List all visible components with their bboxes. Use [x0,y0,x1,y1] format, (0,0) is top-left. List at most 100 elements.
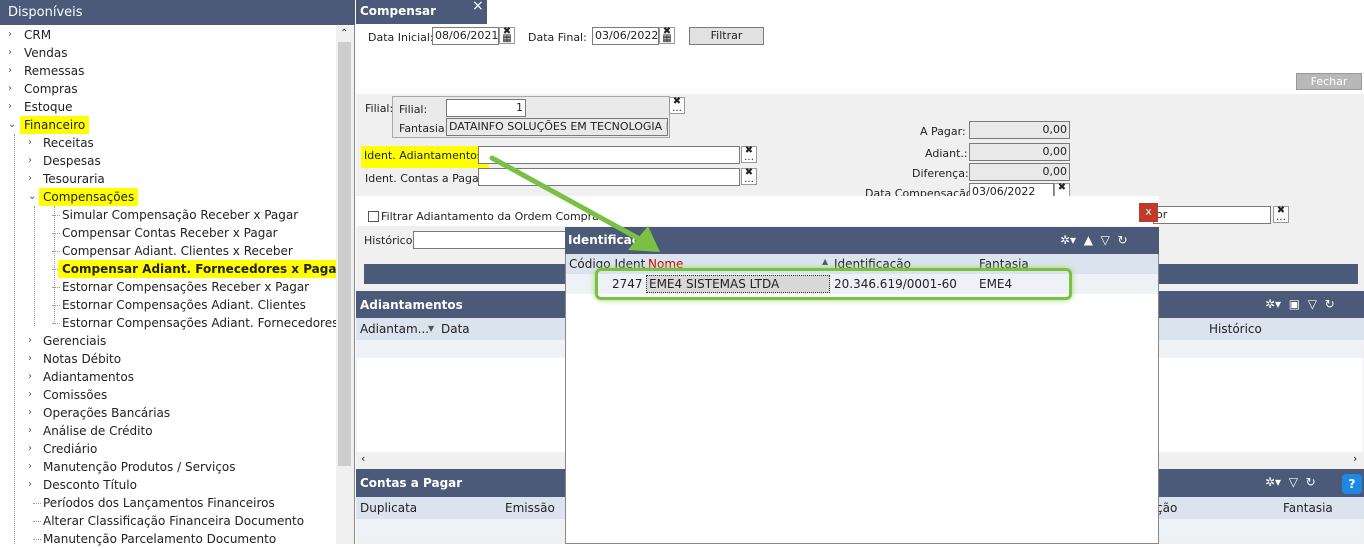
settings-icon[interactable]: ✲▾ [1265,297,1281,311]
chevron-right-icon[interactable]: › [8,47,12,58]
col-adiantamento[interactable]: Adiantam... [360,318,429,340]
calendar-icon[interactable]: ✖ ▦ [499,27,515,44]
tree-item[interactable]: Análise de Crédito [43,422,153,440]
chevron-right-icon[interactable]: › [28,389,32,400]
scroll-left-icon[interactable]: ‹ [361,452,365,465]
chevron-right-icon[interactable]: › [28,353,32,364]
tree-item[interactable]: Gerenciais [43,332,106,350]
tree-item[interactable]: Receitas [43,134,94,152]
chevron-right-icon[interactable]: › [28,335,32,346]
filial-lookup-icon[interactable]: ✖… [669,97,685,114]
col-fantasia[interactable]: Fantasia [1283,497,1333,519]
tree-item[interactable]: Compensar Contas Receber x Pagar [62,224,278,242]
chevron-right-icon[interactable]: › [28,443,32,454]
filter-icon[interactable]: ▽ [1289,475,1298,489]
tree-item[interactable]: Compensar Adiant. Fornecedores x Pagar [58,260,347,278]
chevron-right-icon[interactable]: › [28,155,32,166]
chevron-down-icon[interactable]: ⌄ [28,191,36,202]
data-inicial-input[interactable]: 08/06/2021 [432,27,499,45]
tree-item[interactable]: Compras [24,80,78,98]
tree-item[interactable]: Compensações [39,188,139,206]
sort-up-icon[interactable]: ▲ [1084,233,1093,247]
popup-close-button[interactable]: x [1139,203,1158,222]
chevron-right-icon[interactable]: › [28,479,32,490]
filtrar-ordem-checkbox[interactable] [368,211,379,222]
refresh-icon[interactable]: ↻ [1306,475,1316,489]
tree-item[interactable]: Manutenção Produtos / Serviços [43,458,236,476]
annotation-arrow [489,155,660,252]
tree-item[interactable]: Tesouraria [43,170,105,188]
chevron-right-icon[interactable]: › [28,461,32,472]
tree-item[interactable]: Estornar Compensações Receber x Pagar [62,278,309,296]
tree-item[interactable]: Manutenção Parcelamento Documento [43,530,276,548]
fantasia-label: Fantasia: [399,122,449,135]
refresh-icon[interactable]: ↻ [1117,233,1127,247]
chevron-right-icon[interactable]: › [28,173,32,184]
tree-item[interactable]: Estoque [24,98,73,116]
chevron-right-icon[interactable]: › [28,407,32,418]
tab-compensar-adiant[interactable]: Compensar Adiant... [356,0,487,40]
tree-item[interactable]: Desconto Título [43,476,137,494]
calendar-icon[interactable]: ✖ [1054,183,1070,196]
scroll-up-icon[interactable]: ⌃ [340,28,348,39]
tree-item[interactable]: Simular Compensação Receber x Pagar [62,206,298,224]
chevron-right-icon[interactable]: › [28,137,32,148]
tree-item[interactable]: Notas Débito [43,350,121,368]
contas-lookup-icon[interactable]: ✖… [741,168,757,185]
tree-item[interactable]: Despesas [43,152,101,170]
col-emissao[interactable]: Emissão [505,497,555,519]
chevron-down-icon[interactable]: ⌄ [8,119,16,130]
ident-adiantamentos-label: Ident. Adiantamentos: [361,146,490,168]
tree-item[interactable]: Períodos dos Lançamentos Financeiros [43,494,275,512]
filial-input[interactable]: 1 [446,99,526,117]
filter-icon[interactable]: ▽ [1101,233,1110,247]
adiantamentos-lookup-icon[interactable]: ✖… [741,146,757,163]
chevron-right-icon[interactable]: › [8,29,12,40]
col-data[interactable]: Data [441,318,470,340]
filter-icon[interactable]: ▽ [1308,297,1317,311]
tree-item[interactable]: Comissões [43,386,107,404]
chevron-right-icon[interactable]: › [8,83,12,94]
chevron-right-icon[interactable]: › [8,101,12,112]
tree-item[interactable]: Estornar Compensações Adiant. Fornecedor… [62,314,338,332]
partial-lookup-icon[interactable]: ✖… [1273,206,1289,223]
adiantamentos-title: Adiantamentos [360,298,463,312]
chevron-right-icon[interactable]: › [8,65,12,76]
close-tab-icon[interactable]: × [472,0,484,14]
tree-item[interactable]: Financeiro [20,116,90,134]
tree-item[interactable]: Adiantamentos [43,368,134,386]
sort-icon: ▼ [428,324,435,333]
tree-item[interactable]: Remessas [24,62,84,80]
settings-icon[interactable]: ✲▾ [1060,233,1076,247]
col-historico[interactable]: Histórico [1209,318,1262,340]
settings-icon[interactable]: ✲▾ [1265,475,1281,489]
data-compensacao-input[interactable]: 03/06/2022 [969,183,1054,196]
tree-item[interactable]: Vendas [24,44,68,62]
chevron-right-icon[interactable]: › [28,425,32,436]
tree-item[interactable]: Operações Bancárias [43,404,170,422]
col-partial[interactable]: ção [1156,497,1177,519]
filtrar-button[interactable]: Filtrar [689,27,764,45]
tree-item[interactable]: Alterar Classificação Financeira Documen… [43,512,304,530]
partial-field-right[interactable]: or [1153,206,1271,224]
data-final-input[interactable]: 03/06/2022 [592,27,659,45]
fechar-button[interactable]: Fechar [1296,73,1362,90]
tab-bar [356,0,1364,24]
tree-scrollbar[interactable]: ⌃ [336,26,354,544]
export-icon[interactable]: ▣ [1289,297,1300,311]
tree-item[interactable]: Compensar Adiant. Clientes x Receber [62,242,293,260]
calendar-icon[interactable]: ✖ ▦ [659,27,675,44]
tree-guide [34,206,35,326]
filial-outer-label: Filial: [365,102,394,115]
chevron-right-icon[interactable]: › [28,371,32,382]
data-compensacao-row: Data Compensação: 03/06/2022 ✖ [860,183,1160,196]
tree-item[interactable]: CRM [24,26,51,44]
help-icon[interactable]: ? [1342,474,1362,494]
col-duplicata[interactable]: Duplicata [360,497,417,519]
tree-item[interactable]: Estornar Compensações Adiant. Clientes [62,296,306,314]
data-inicial-label: Data Inicial: [368,31,434,44]
tree-scroll-thumb[interactable] [338,42,351,466]
scroll-right-icon[interactable]: › [1353,452,1357,465]
tree-item[interactable]: Crediário [43,440,97,458]
refresh-icon[interactable]: ↻ [1325,297,1335,311]
